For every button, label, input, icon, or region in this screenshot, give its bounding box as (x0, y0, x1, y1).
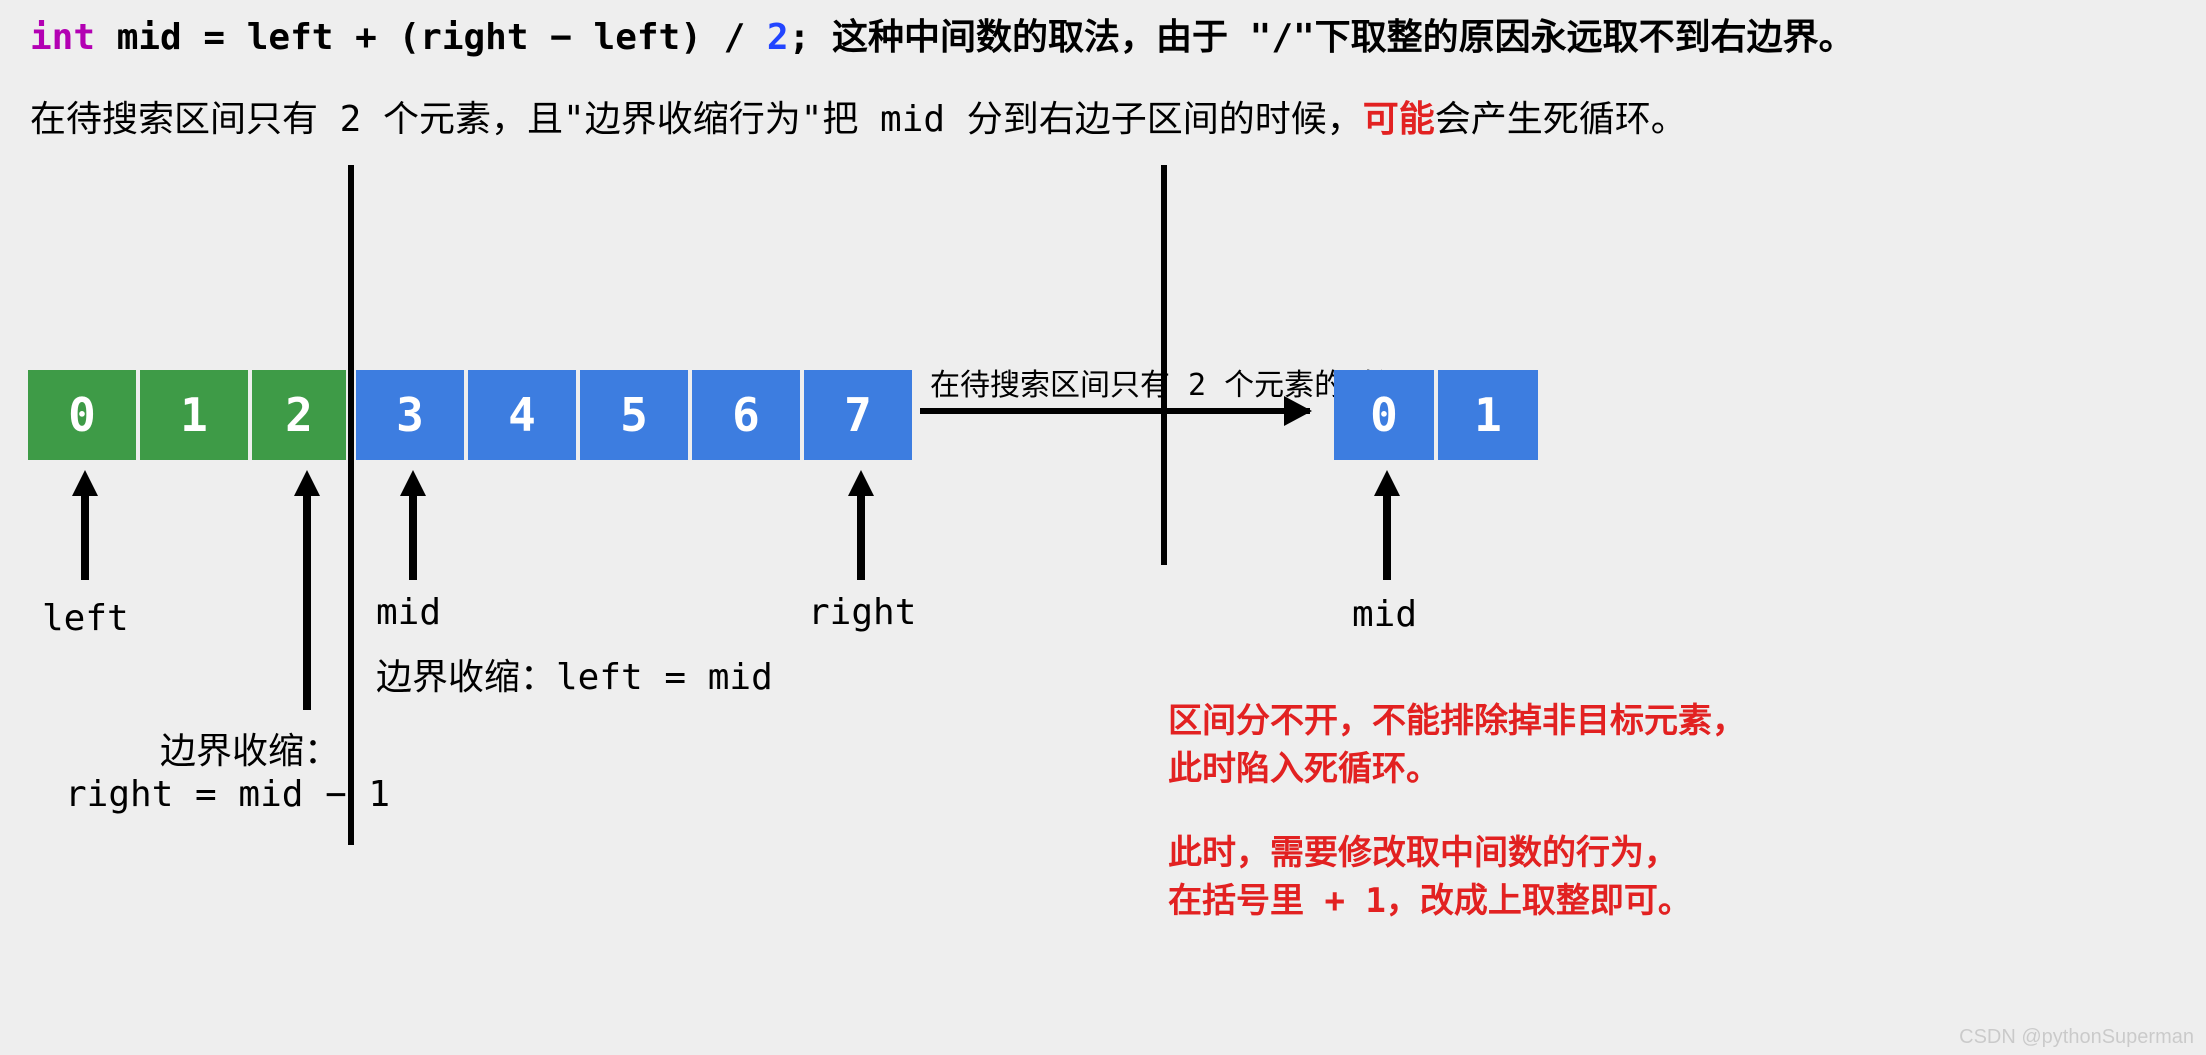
small-cell-1: 1 (1438, 370, 1538, 460)
text-line-2: 在待搜索区间只有 2 个元素，且"边界收缩行为"把 mid 分到右边子区间的时候… (30, 90, 1687, 142)
cell-6: 6 (692, 370, 800, 460)
watermark: CSDN @pythonSuperman (1959, 1026, 2194, 1049)
red1-b: 此时陷入死循环。 (1168, 746, 1746, 794)
keyword-int: int (30, 17, 95, 58)
number-2: 2 (767, 17, 789, 58)
red2-a: 此时，需要修改取中间数的行为， (1168, 830, 1692, 878)
horizontal-arrow (920, 408, 1310, 414)
line2-a: 在待搜索区间只有 2 个元素，且"边界收缩行为"把 mid 分到右边子区间的时候… (30, 99, 1363, 140)
code-fragment-1: mid = left + (right − left) / (95, 17, 767, 58)
cell-2: 2 (252, 370, 346, 460)
arrow-left (70, 470, 100, 580)
red-block-1: 区间分不开，不能排除掉非目标元素， 此时陷入死循环。 (1168, 698, 1746, 793)
cell-0: 0 (28, 370, 136, 460)
code-fragment-2: ; (789, 17, 811, 58)
line2-b: 可能 (1363, 99, 1435, 140)
red1-a: 区间分不开，不能排除掉非目标元素， (1168, 698, 1746, 746)
shrink-left-expr: right = mid − 1 (65, 774, 390, 815)
shrink-left-title: 边界收缩： (160, 722, 340, 774)
arrow-mid (398, 470, 428, 580)
shrink-mid: 边界收缩：left = mid (376, 648, 773, 700)
arrow-right (846, 470, 876, 580)
cell-7: 7 (804, 370, 912, 460)
red2-b: 在括号里 + 1，改成上取整即可。 (1168, 878, 1692, 926)
code-explain: 这种中间数的取法，由于 "/"下取整的原因永远取不到右边界。 (810, 17, 1854, 58)
code-line: int mid = left + (right − left) / 2; 这种中… (30, 8, 1855, 60)
arrow-shrink-left (292, 470, 322, 710)
cell-1: 1 (140, 370, 248, 460)
red-block-2: 此时，需要修改取中间数的行为， 在括号里 + 1，改成上取整即可。 (1168, 830, 1692, 925)
arrow-small-mid (1372, 470, 1402, 580)
cell-3: 3 (356, 370, 464, 460)
cell-4: 4 (468, 370, 576, 460)
line2-c: 会产生死循环。 (1435, 99, 1687, 140)
label-left: left (42, 598, 129, 639)
label-mid: mid (376, 592, 441, 633)
vertical-separator-1 (348, 165, 354, 845)
label-right: right (808, 592, 916, 633)
small-cell-0: 0 (1334, 370, 1434, 460)
cell-5: 5 (580, 370, 688, 460)
label-small-mid: mid (1352, 594, 1417, 635)
